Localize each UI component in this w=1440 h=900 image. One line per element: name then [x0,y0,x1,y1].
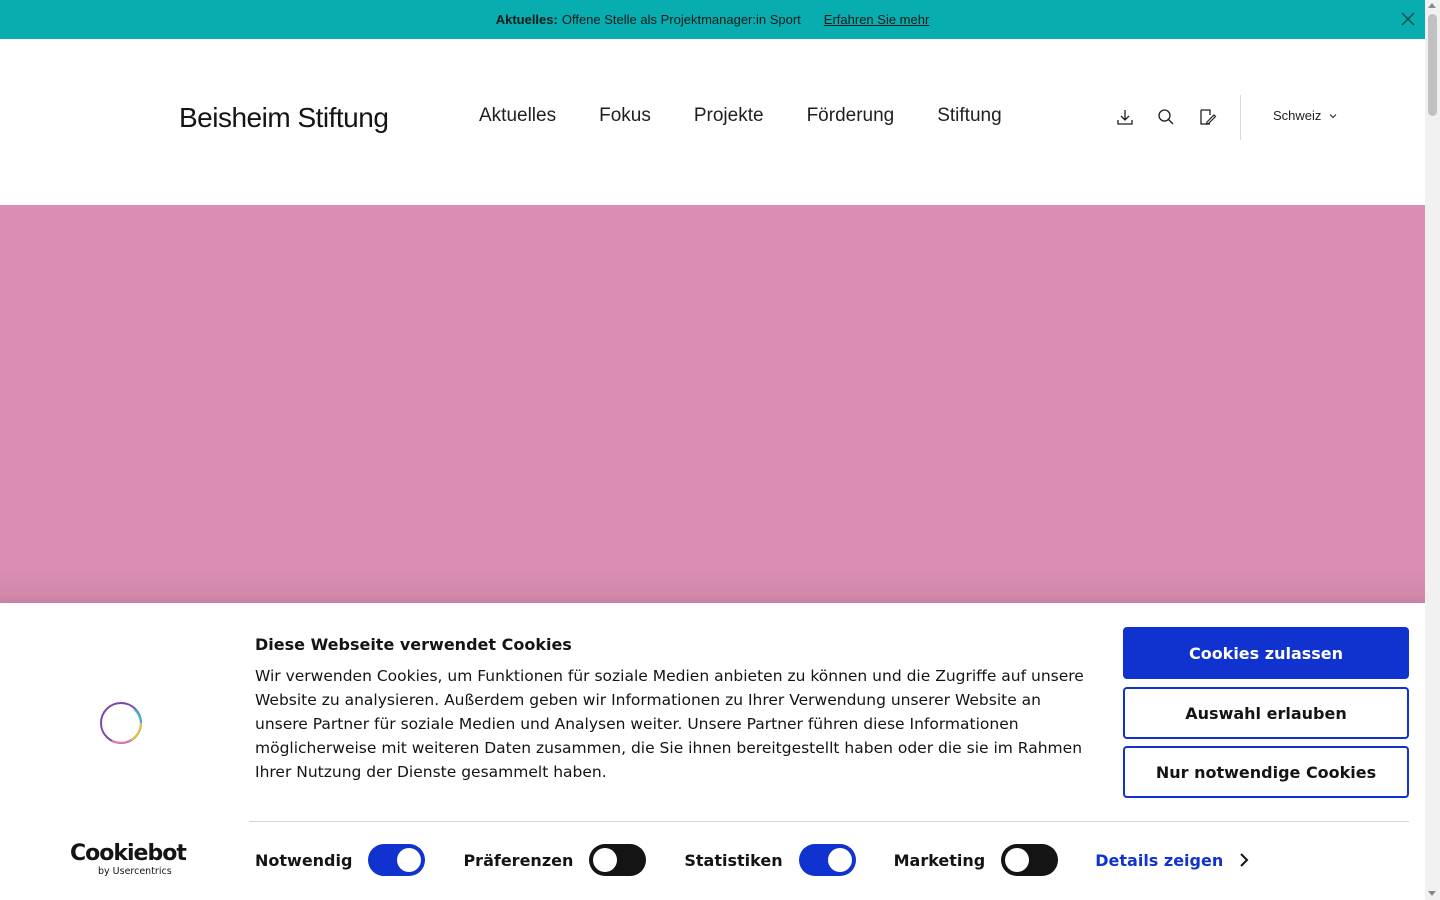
chevron-down-icon [1330,113,1337,118]
toggle-marketing: Marketing [894,844,1059,876]
toggle-knob [593,848,618,872]
announcement-text: Offene Stelle als Projektmanager:in Spor… [561,12,801,27]
toggle-switch-notwendig[interactable] [368,844,426,876]
scrollbar-thumb[interactable] [1428,14,1437,116]
details-toggle[interactable]: Details zeigen [1095,851,1249,870]
announcement-link[interactable]: Erfahren Sie mehr [824,12,930,27]
toggle-switch-praeferenzen[interactable] [589,844,647,876]
nav-item-projekte[interactable]: Projekte [694,105,764,127]
close-icon[interactable] [1399,10,1417,28]
toggle-switch-marketing[interactable] [1001,844,1059,876]
cookie-toggles: Notwendig Präferenzen Statistiken Market… [255,844,1249,876]
cookiebot-logo: Cookiebot by Usercentrics [70,841,187,878]
language-select[interactable]: Schweiz [1273,108,1337,123]
cookiebot-name: Cookiebot [70,841,187,866]
chevron-right-icon [1240,853,1249,867]
page-scrollbar[interactable] [1425,0,1440,900]
toggle-label: Marketing [893,850,986,870]
toggle-statistiken: Statistiken [684,844,856,876]
cookie-divider [249,821,1409,822]
details-label: Details zeigen [1095,850,1224,870]
hero-banner [0,205,1425,603]
toggle-notwendig: Notwendig [255,844,426,876]
nav-item-fokus[interactable]: Fokus [599,105,651,127]
cookie-banner: Diese Webseite verwendet Cookies Wir ver… [0,603,1425,900]
scroll-up-icon[interactable] [1428,3,1436,8]
toggle-knob [827,848,852,872]
toggle-knob [397,848,422,872]
toggle-praeferenzen: Präferenzen [463,844,647,876]
toggle-switch-statistiken[interactable] [798,844,856,876]
cookie-text: Wir verwenden Cookies, um Funktionen für… [255,667,1084,781]
site-header: Beisheim Stiftung Aktuelles Fokus Projek… [0,39,1425,205]
main-nav: Aktuelles Fokus Projekte Förderung Stift… [479,105,1002,127]
toggle-knob [1005,848,1030,872]
language-label: Schweiz [1273,108,1322,123]
nav-item-aktuelles[interactable]: Aktuelles [479,105,556,127]
edit-note-icon[interactable] [1197,107,1217,127]
download-icon[interactable] [1115,107,1135,127]
toggle-label: Notwendig [255,850,353,870]
toggle-label: Statistiken [684,850,783,870]
nav-item-stiftung[interactable]: Stiftung [937,105,1001,127]
nav-item-foerderung[interactable]: Förderung [807,105,895,127]
cookiebot-sub: by Usercentrics [98,866,172,877]
search-icon[interactable] [1156,107,1176,127]
allow-all-cookies-button[interactable]: Cookies zulassen [1123,627,1409,679]
header-tools [1115,107,1217,127]
scroll-down-icon[interactable] [1428,891,1436,896]
announcement-bar: Aktuelles: Offene Stelle als Projektmana… [0,0,1425,39]
header-divider [1240,95,1241,140]
announcement-lead: Aktuelles: [495,12,558,27]
hero-shade [0,563,1425,603]
cookiebot-ring-icon [100,702,142,744]
toggle-label: Präferenzen [463,850,574,870]
cookie-title: Diese Webseite verwendet Cookies [255,635,572,654]
site-logo[interactable]: Beisheim Stiftung [179,102,389,134]
allow-selection-button[interactable]: Auswahl erlauben [1123,687,1409,739]
necessary-only-button[interactable]: Nur notwendige Cookies [1123,746,1409,798]
